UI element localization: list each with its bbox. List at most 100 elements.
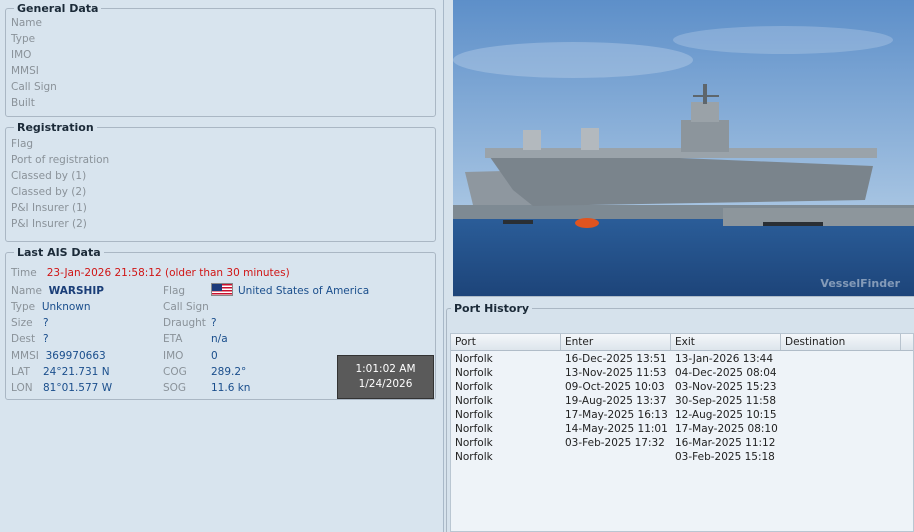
name-label: Name [11, 285, 42, 297]
enter-cell: 16-Dec-2025 13:51 [565, 353, 667, 365]
cog-value: 289.2° [211, 366, 247, 378]
destination-cell [781, 436, 901, 450]
size-value: ? [43, 317, 49, 329]
destination-cell [781, 352, 901, 366]
field-imo-label: IMO [11, 49, 32, 61]
table-row[interactable]: Norfolk 03-Feb-2025 15:18 [451, 450, 913, 464]
destination-cell [781, 408, 901, 422]
column-header-port[interactable]: Port [451, 334, 561, 350]
clock-date: 1/24/2026 [358, 378, 413, 390]
sog-label: SOG [163, 382, 187, 394]
exit-cell: 12-Aug-2025 10:15 [675, 409, 777, 421]
field-callsign-label: Call Sign [11, 81, 57, 93]
mmsi-label: MMSI [11, 350, 39, 362]
exit-cell: 30-Sep-2025 11:58 [675, 395, 777, 407]
column-header-destination[interactable]: Destination [781, 334, 901, 350]
imo-label: IMO [163, 350, 184, 362]
port-cell: Norfolk [455, 367, 493, 379]
port-cell: Norfolk [455, 395, 493, 407]
enter-cell [561, 450, 671, 464]
exit-cell: 04-Dec-2025 08:04 [675, 367, 777, 379]
registration-title: Registration [17, 121, 94, 134]
imo-value: 0 [211, 350, 218, 362]
field-classed-by-1-label: Classed by (1) [11, 170, 87, 182]
eta-value: n/a [211, 333, 228, 345]
photo-watermark: VesselFinder [820, 277, 900, 290]
eta-label: ETA [163, 333, 183, 345]
table-row[interactable]: Norfolk 17-May-2025 16:13 12-Aug-2025 10… [451, 408, 913, 422]
destination-cell [781, 422, 901, 436]
flag-label: Flag [163, 285, 186, 297]
table-row[interactable]: Norfolk 03-Feb-2025 17:32 16-Mar-2025 11… [451, 436, 913, 450]
size-label: Size [11, 317, 33, 329]
table-row[interactable]: Norfolk 14-May-2025 11:01 17-May-2025 08… [451, 422, 913, 436]
enter-cell: 13-Nov-2025 11:53 [565, 367, 667, 379]
port-cell: Norfolk [455, 409, 493, 421]
table-row[interactable]: Norfolk 13-Nov-2025 11:53 04-Dec-2025 08… [451, 366, 913, 380]
field-name-label: Name [11, 17, 42, 29]
port-history-group: Port History Port Enter Exit Destination… [446, 302, 914, 532]
port-cell: Norfolk [455, 353, 493, 365]
aircraft-carrier-image [453, 0, 914, 296]
destination-cell [781, 450, 901, 464]
field-classed-by-2-label: Classed by (2) [11, 186, 87, 198]
field-pi-insurer-1-label: P&I Insurer (1) [11, 202, 87, 214]
vessel-details-pane: General Data Name Type IMO MMSI Call Sig… [0, 0, 444, 532]
field-pi-insurer-2-label: P&I Insurer (2) [11, 218, 87, 230]
column-header-exit[interactable]: Exit [671, 334, 781, 350]
exit-cell: 16-Mar-2025 11:12 [675, 437, 776, 449]
time-value: 23-Jan-2026 21:58:12 (older than 30 minu… [46, 267, 290, 279]
exit-cell: 03-Nov-2025 15:23 [675, 381, 777, 393]
port-history-title: Port History [454, 302, 530, 315]
cog-label: COG [163, 366, 187, 378]
clock-time: 1:01:02 AM [355, 363, 416, 375]
registration-group: Registration Flag Port of registration C… [5, 121, 436, 242]
enter-cell: 09-Oct-2025 10:03 [565, 381, 665, 393]
field-built-label: Built [11, 97, 35, 109]
port-history-table[interactable]: Port Enter Exit Destination Norfolk 16-D… [450, 333, 914, 532]
us-flag-icon [211, 283, 233, 296]
field-mmsi-label: MMSI [11, 65, 39, 77]
lat-label: LAT [11, 366, 30, 378]
enter-cell: 14-May-2025 11:01 [565, 423, 668, 435]
port-cell: Norfolk [455, 423, 493, 435]
field-flag-label: Flag [11, 138, 34, 150]
dest-value: ? [43, 333, 49, 345]
destination-cell [781, 394, 901, 408]
clock-box: 1:01:02 AM 1/24/2026 [337, 355, 434, 399]
draught-value: ? [211, 317, 217, 329]
lon-value: 81°01.577 W [43, 382, 113, 394]
sog-value: 11.6 kn [211, 382, 251, 394]
exit-cell: 13-Jan-2026 13:44 [675, 353, 774, 365]
table-row[interactable]: Norfolk 19-Aug-2025 13:37 30-Sep-2025 11… [451, 394, 913, 408]
draught-label: Draught [163, 317, 206, 329]
exit-cell: 03-Feb-2025 15:18 [675, 451, 775, 463]
table-header: Port Enter Exit Destination [451, 334, 913, 351]
type-label: Type [11, 301, 36, 313]
lat-value: 24°21.731 N [43, 366, 110, 378]
enter-cell: 03-Feb-2025 17:32 [565, 437, 665, 449]
table-row[interactable]: Norfolk 09-Oct-2025 10:03 03-Nov-2025 15… [451, 380, 913, 394]
general-data-group: General Data Name Type IMO MMSI Call Sig… [5, 2, 436, 117]
column-header-enter[interactable]: Enter [561, 334, 671, 350]
dest-label: Dest [11, 333, 36, 345]
destination-cell [781, 366, 901, 380]
general-data-title: General Data [17, 2, 99, 15]
table-row[interactable]: Norfolk 16-Dec-2025 13:51 13-Jan-2026 13… [451, 352, 913, 366]
last-ais-title: Last AIS Data [17, 246, 101, 259]
flag-value: United States of America [238, 285, 370, 297]
port-cell: Norfolk [455, 437, 493, 449]
vessel-photo[interactable]: VesselFinder [453, 0, 914, 297]
type-value: Unknown [41, 301, 91, 313]
field-port-registration-label: Port of registration [11, 154, 110, 166]
time-label: Time [11, 267, 37, 279]
last-ais-data-group: Last AIS Data Time 23-Jan-2026 21:58:12 … [5, 246, 436, 400]
port-cell: Norfolk [455, 451, 493, 463]
enter-cell: 17-May-2025 16:13 [565, 409, 668, 421]
enter-cell: 19-Aug-2025 13:37 [565, 395, 667, 407]
ais-time-row: Time 23-Jan-2026 21:58:12 (older than 30… [11, 267, 290, 279]
vessel-name-value: WARSHIP [48, 285, 104, 297]
field-type-label: Type [11, 33, 36, 45]
callsign-label: Call Sign [163, 301, 209, 313]
lon-label: LON [11, 382, 33, 394]
